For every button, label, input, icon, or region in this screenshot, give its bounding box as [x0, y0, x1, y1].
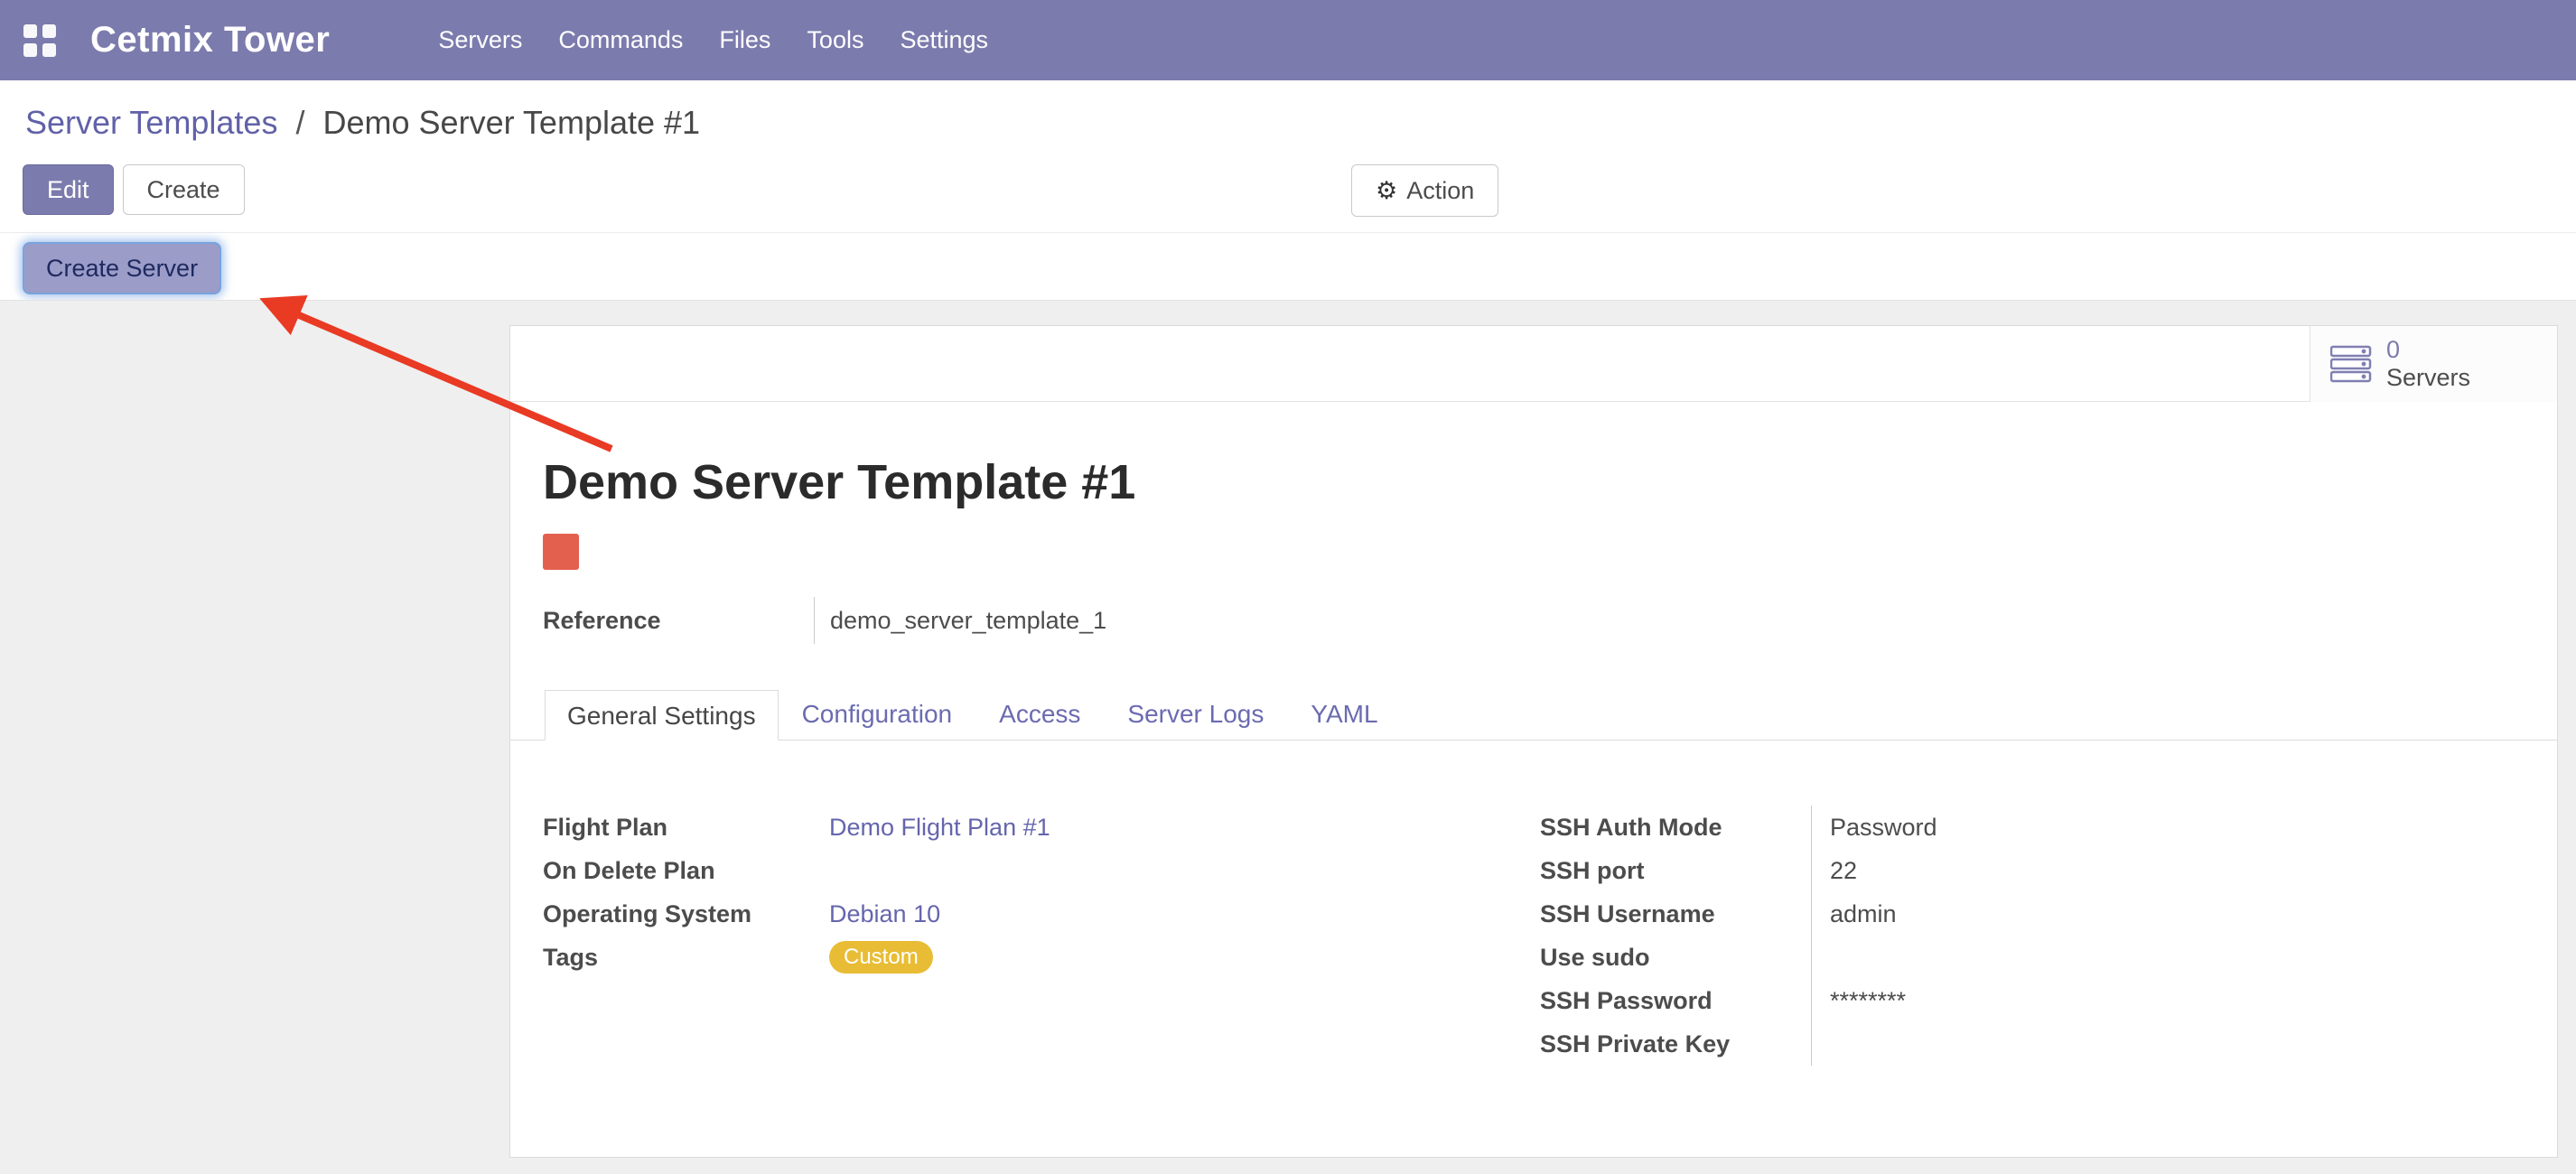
content-area: 0 Servers Demo Server Template #1 Refere…: [0, 301, 2576, 1174]
gear-icon: ⚙: [1376, 177, 1397, 205]
reference-field: Reference demo_server_template_1: [543, 597, 2557, 644]
apps-grid-square: [23, 43, 37, 57]
field-label-flight-plan: Flight Plan: [543, 806, 814, 849]
field-label-ssh-port: SSH port: [1540, 849, 1811, 892]
menu-item-files[interactable]: Files: [717, 21, 772, 60]
page: Cetmix Tower Servers Commands Files Tool…: [0, 0, 2576, 1174]
tag-custom[interactable]: Custom: [829, 941, 933, 974]
breadcrumb: Server Templates / Demo Server Template …: [25, 103, 700, 143]
tab-server-logs[interactable]: Server Logs: [1104, 689, 1287, 740]
apps-grid-icon[interactable]: [23, 24, 56, 57]
apps-grid-square: [23, 24, 37, 38]
action-button-label: Action: [1406, 177, 1474, 205]
action-button[interactable]: ⚙ Action: [1351, 164, 1498, 217]
field-group-right: SSH Auth Mode SSH port SSH Username Use …: [1540, 806, 2557, 1066]
create-button[interactable]: Create: [123, 164, 245, 215]
field-label-ssh-auth-mode: SSH Auth Mode: [1540, 806, 1811, 849]
form-button-row: Edit Create: [23, 164, 245, 215]
menu-item-tools[interactable]: Tools: [805, 21, 865, 60]
field-value-use-sudo[interactable]: [1830, 936, 1937, 979]
value-column: Password 22 admin ********: [1811, 806, 1937, 1066]
breadcrumb-separator: /: [295, 104, 304, 141]
breadcrumb-parent[interactable]: Server Templates: [25, 104, 277, 141]
apps-grid-square: [42, 43, 56, 57]
tab-configuration[interactable]: Configuration: [779, 689, 976, 740]
reference-label: Reference: [543, 607, 814, 635]
apps-grid-square: [42, 24, 56, 38]
label-column: Flight Plan On Delete Plan Operating Sys…: [543, 806, 814, 1066]
app-brand[interactable]: Cetmix Tower: [90, 20, 330, 61]
field-value-ssh-port: 22: [1830, 849, 1937, 892]
field-grid: Flight Plan On Delete Plan Operating Sys…: [510, 741, 2557, 1066]
field-label-operating-system: Operating System: [543, 892, 814, 936]
servers-stat-text: 0 Servers: [2386, 336, 2470, 392]
divider: [0, 232, 2576, 233]
servers-stat-label: Servers: [2386, 364, 2470, 392]
record-title: Demo Server Template #1: [543, 456, 2557, 508]
menu-item-servers[interactable]: Servers: [436, 21, 524, 60]
tab-yaml[interactable]: YAML: [1287, 689, 1401, 740]
servers-icon: [2330, 345, 2372, 383]
value-column: Demo Flight Plan #1 Debian 10 Custom: [814, 806, 1050, 1066]
field-value-operating-system[interactable]: Debian 10: [829, 900, 940, 928]
label-column: SSH Auth Mode SSH port SSH Username Use …: [1540, 806, 1811, 1066]
field-value-ssh-username: admin: [1830, 892, 1937, 936]
field-value-ssh-auth-mode: Password: [1830, 806, 1937, 849]
field-value-ssh-password: ********: [1830, 979, 1937, 1022]
top-navbar: Cetmix Tower Servers Commands Files Tool…: [0, 0, 2576, 80]
field-value-on-delete-plan: [829, 849, 1050, 892]
field-value-ssh-private-key: [1830, 1022, 1937, 1066]
create-server-button[interactable]: Create Server: [23, 242, 221, 294]
button-box-strip: 0 Servers: [510, 326, 2557, 402]
menu-item-settings[interactable]: Settings: [898, 21, 990, 60]
edit-button[interactable]: Edit: [23, 164, 114, 215]
field-label-use-sudo: Use sudo: [1540, 936, 1811, 979]
tab-access[interactable]: Access: [975, 689, 1104, 740]
field-group-left: Flight Plan On Delete Plan Operating Sys…: [543, 806, 1540, 1066]
menu-item-commands[interactable]: Commands: [556, 21, 685, 60]
form-sheet: 0 Servers Demo Server Template #1 Refere…: [509, 325, 2558, 1158]
tab-general-settings[interactable]: General Settings: [545, 690, 779, 741]
servers-stat-button[interactable]: 0 Servers: [2310, 326, 2557, 402]
field-label-ssh-private-key: SSH Private Key: [1540, 1022, 1811, 1066]
field-label-ssh-username: SSH Username: [1540, 892, 1811, 936]
notebook-tabs: General Settings Configuration Access Se…: [510, 689, 2557, 741]
breadcrumb-current: Demo Server Template #1: [323, 104, 701, 141]
field-label-tags: Tags: [543, 936, 814, 979]
field-value-flight-plan[interactable]: Demo Flight Plan #1: [829, 814, 1050, 842]
field-label-on-delete-plan: On Delete Plan: [543, 849, 814, 892]
main-menu: Servers Commands Files Tools Settings: [436, 21, 990, 60]
field-label-ssh-password: SSH Password: [1540, 979, 1811, 1022]
color-swatch[interactable]: [543, 534, 579, 570]
servers-count: 0: [2386, 336, 2470, 364]
reference-value: demo_server_template_1: [814, 597, 1106, 644]
